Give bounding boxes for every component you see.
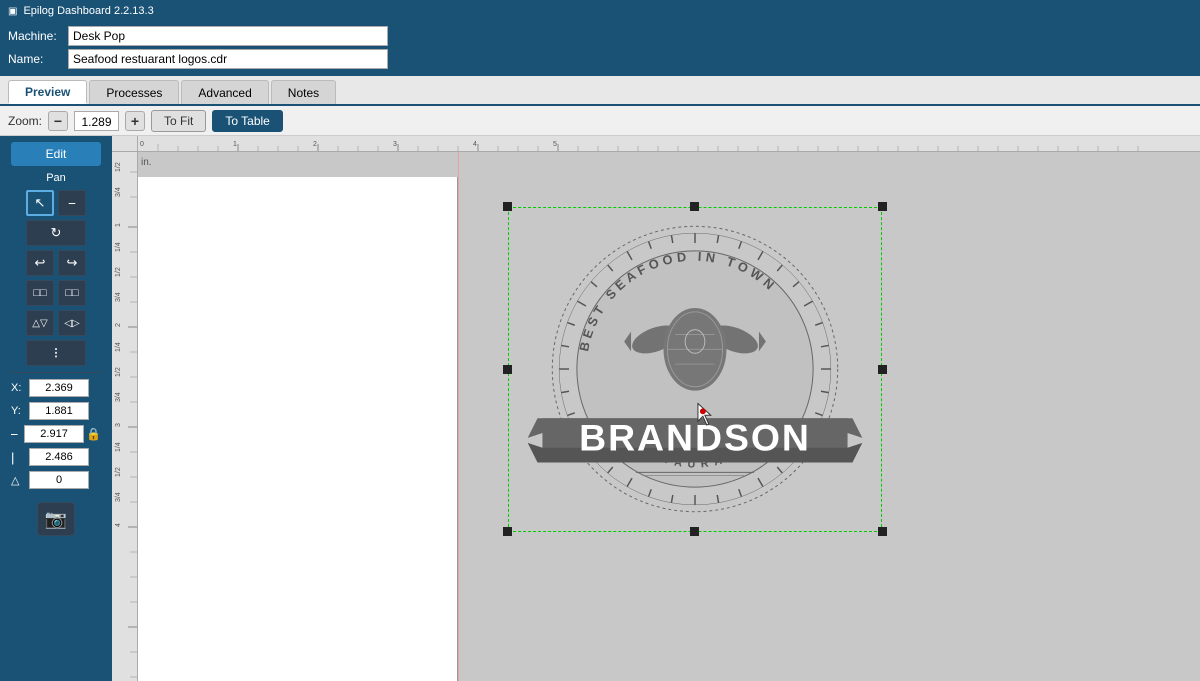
toolbar: Zoom: − 1.289 + To Fit To Table [0, 106, 1200, 136]
grid-row: ⁝ [26, 340, 86, 366]
app-title: Epilog Dashboard 2.2.13.3 [23, 5, 153, 17]
paste-button[interactable]: □□ [58, 280, 86, 306]
svg-text:1/2: 1/2 [115, 367, 122, 377]
title-bar: ▣ Epilog Dashboard 2.2.13.3 [0, 0, 1200, 22]
handle-tc[interactable] [690, 202, 699, 211]
handle-br[interactable] [878, 527, 887, 536]
a-input[interactable] [29, 471, 89, 489]
svg-text:3/4: 3/4 [115, 292, 122, 302]
tab-advanced[interactable]: Advanced [181, 80, 268, 104]
svg-text:1/4: 1/4 [115, 342, 122, 352]
undo-button[interactable]: ↩ [26, 250, 54, 276]
copy-button[interactable]: □□ [26, 280, 54, 306]
svg-text:4: 4 [473, 141, 477, 148]
zoom-value: 1.289 [74, 111, 119, 131]
refresh-button[interactable]: ↻ [26, 220, 86, 246]
canvas-area[interactable]: 0 1 2 3 [112, 136, 1200, 681]
zoom-out-button[interactable]: − [48, 111, 68, 131]
name-input[interactable] [68, 49, 388, 69]
zoom-label: Zoom: [8, 114, 42, 128]
unit-label: in. [141, 157, 152, 168]
h-icon: | [11, 450, 29, 465]
w-icon: ⎯ [11, 426, 24, 442]
select-tool-button[interactable]: ↖ [26, 190, 54, 216]
svg-text:1/2: 1/2 [115, 267, 122, 277]
handle-tl[interactable] [503, 202, 512, 211]
ruler-top: 0 1 2 3 [138, 136, 1200, 152]
svg-text:5: 5 [553, 141, 557, 148]
a-coord-row: △ [11, 471, 101, 489]
dash-tool-button[interactable]: ⎯ [58, 190, 86, 216]
undo-redo-row: ↩ ↪ [26, 250, 86, 276]
handle-mr[interactable] [878, 365, 887, 374]
y-coord-row: Y: [11, 402, 101, 420]
pink-line [458, 152, 459, 681]
grid-button[interactable]: ⁝ [26, 340, 86, 366]
x-input[interactable] [29, 379, 89, 397]
mirror-row: △▽ ◁▷ [26, 310, 86, 336]
header: Machine: Name: [0, 22, 1200, 76]
svg-text:2: 2 [115, 323, 122, 327]
svg-text:3/4: 3/4 [115, 492, 122, 502]
handle-bc[interactable] [690, 527, 699, 536]
h-input[interactable] [29, 448, 89, 466]
tab-processes[interactable]: Processes [89, 80, 179, 104]
x-label: X: [11, 382, 29, 394]
main-area: Edit Pan ↖ ⎯ ↻ ↩ ↪ □□ □□ △▽ ◁▷ ⁝ [0, 136, 1200, 681]
to-fit-button[interactable]: To Fit [151, 110, 206, 132]
name-label: Name: [8, 52, 68, 66]
w-input[interactable] [24, 425, 84, 443]
camera-icon: 📷 [45, 509, 67, 530]
logo-container[interactable]: BEST SEAFOOD IN TOWN [508, 197, 888, 517]
tab-notes[interactable]: Notes [271, 80, 336, 104]
h-coord-row: | [11, 448, 101, 466]
ruler-corner [112, 136, 138, 152]
edit-button[interactable]: Edit [11, 142, 101, 166]
svg-text:3/4: 3/4 [115, 187, 122, 197]
select-tool-row: ↖ ⎯ [26, 190, 86, 216]
machine-input[interactable] [68, 26, 388, 46]
y-label: Y: [11, 405, 29, 417]
refresh-row: ↻ [26, 220, 86, 246]
zoom-in-button[interactable]: + [125, 111, 145, 131]
svg-text:1/2: 1/2 [115, 162, 122, 172]
svg-text:1/4: 1/4 [115, 442, 122, 452]
camera-button[interactable]: 📷 [37, 502, 75, 536]
svg-text:4: 4 [115, 523, 122, 527]
mirror-v-button[interactable]: ◁▷ [58, 310, 86, 336]
tabs: Preview Processes Advanced Notes [0, 76, 1200, 106]
svg-text:3: 3 [115, 423, 122, 427]
to-table-button[interactable]: To Table [212, 110, 282, 132]
mirror-h-button[interactable]: △▽ [26, 310, 54, 336]
ruler-left: 1/2 3/4 1 1/4 1/2 3/4 2 1/4 1/2 [112, 152, 138, 681]
redo-button[interactable]: ↪ [58, 250, 86, 276]
handle-bl[interactable] [503, 527, 512, 536]
page [138, 177, 458, 681]
work-area[interactable]: in. [138, 152, 1200, 681]
pan-label: Pan [46, 172, 66, 184]
sidebar: Edit Pan ↖ ⎯ ↻ ↩ ↪ □□ □□ △▽ ◁▷ ⁝ [0, 136, 112, 681]
svg-text:1/4: 1/4 [115, 242, 122, 252]
svg-text:2: 2 [313, 141, 317, 148]
machine-label: Machine: [8, 29, 68, 43]
app-icon: ▣ [8, 6, 17, 17]
tab-preview[interactable]: Preview [8, 80, 87, 104]
svg-text:0: 0 [140, 141, 144, 148]
svg-text:1: 1 [233, 141, 237, 148]
svg-text:1: 1 [115, 223, 122, 227]
x-coord-row: X: [11, 379, 101, 397]
handle-ml[interactable] [503, 365, 512, 374]
svg-text:3: 3 [393, 141, 397, 148]
copy-row: □□ □□ [26, 280, 86, 306]
svg-text:BRANDSON: BRANDSON [579, 417, 811, 459]
svg-text:3/4: 3/4 [115, 392, 122, 402]
w-coord-row: ⎯ 🔒 [11, 425, 101, 443]
lock-icon[interactable]: 🔒 [86, 427, 101, 441]
a-label: △ [11, 474, 29, 487]
svg-text:1/2: 1/2 [115, 467, 122, 477]
logo-image: BEST SEAFOOD IN TOWN [508, 207, 882, 532]
y-input[interactable] [29, 402, 89, 420]
handle-tr[interactable] [878, 202, 887, 211]
